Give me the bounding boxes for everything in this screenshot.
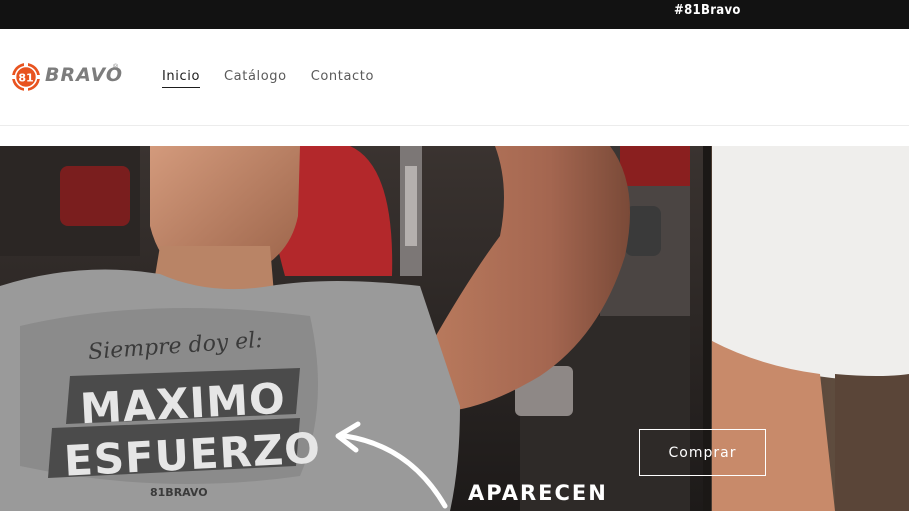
hero-banner: Siempre doy el: MAXIMO ESFUERZO 81BRAVO … [0,146,909,511]
announcement-text: #81Bravo [674,3,741,18]
main-nav: Inicio Catálogo Contacto [162,69,374,88]
logo-badge-icon: 81 [11,62,41,92]
logo-registered-mark: ® [113,64,119,71]
brand-logo[interactable]: 81 BRAVO ® [11,61,124,93]
buy-button[interactable]: Comprar [639,429,766,476]
announcement-bar: #81Bravo [0,0,909,29]
nav-item-inicio[interactable]: Inicio [162,69,200,88]
nav-item-contacto[interactable]: Contacto [311,69,374,88]
logo-badge-text: 81 [18,72,33,85]
logo-wordmark: BRAVO [45,64,124,86]
hero-overlay-text: APARECEN [468,481,608,505]
nav-item-catalogo[interactable]: Catálogo [224,69,287,88]
shirt-brand-text: 81BRAVO [150,486,208,499]
site-header: 81 BRAVO ® Inicio Catálogo Contacto [0,29,909,126]
